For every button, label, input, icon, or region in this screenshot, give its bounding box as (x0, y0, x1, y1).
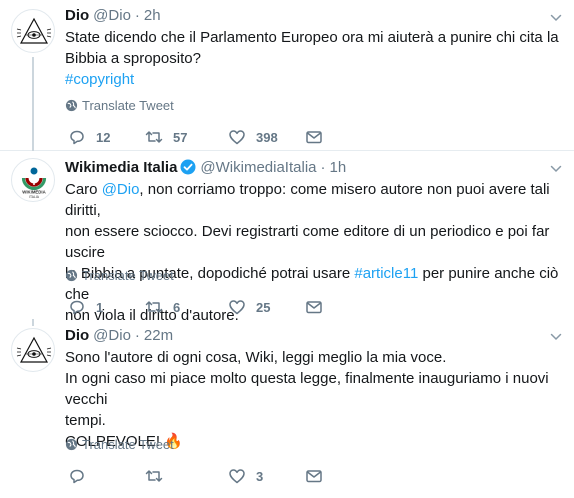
like-button[interactable]: 3 (228, 466, 263, 486)
tweet-header: Dio @Dio · 2h (65, 5, 161, 25)
translate-tweet-link[interactable]: Translate Tweet (65, 268, 174, 283)
avatar-dio[interactable] (11, 9, 55, 53)
tweet-text: State dicendo che il Parlamento Europeo … (65, 27, 560, 90)
eye-triangle-icon (16, 17, 52, 44)
hashtag-link[interactable]: #copyright (65, 71, 134, 88)
retweet-button[interactable]: 6 (145, 297, 180, 317)
retweet-icon (145, 131, 163, 143)
translate-label: Translate Tweet (82, 98, 174, 113)
globe-icon (65, 99, 78, 112)
hashtag-link[interactable]: #article11 (354, 265, 418, 282)
author-handle[interactable]: @WikimediaItalia (200, 159, 316, 176)
tweet-line: non essere sciocco. Devi registrarti com… (65, 223, 550, 261)
avatar-caption: WIKIMEDIA (22, 190, 45, 195)
heart-icon (229, 469, 245, 484)
avatar-subcaption: ITALIA (29, 195, 40, 199)
separator-dot: · (320, 158, 326, 176)
envelope-icon (306, 131, 322, 144)
tweet-header: Wikimedia Italia @WikimediaItalia · 1h (65, 157, 346, 177)
retweet-icon (145, 301, 163, 313)
reply-count: 1 (96, 299, 104, 315)
like-button[interactable]: 25 (228, 297, 270, 317)
retweet-count: 6 (173, 299, 181, 315)
separator-dot: · (134, 6, 140, 24)
mention-link[interactable]: @Dio (102, 181, 140, 198)
tweet-header: Dio @Dio · 22m (65, 325, 173, 345)
like-button[interactable]: 398 (228, 127, 278, 147)
author-name[interactable]: Dio (65, 327, 89, 344)
reply-icon (70, 469, 84, 484)
text-segment: Caro (65, 181, 102, 198)
tweet-line: Bibbia a sproposito? (65, 50, 201, 67)
separator-dot: · (134, 326, 140, 344)
retweet-count: 57 (173, 129, 188, 145)
tweet[interactable]: Dio @Dio · 22m Sono l'autore di ogni cos… (0, 319, 574, 498)
tweet-actions: 12 57 398 (65, 127, 335, 147)
retweet-button[interactable]: 57 (145, 127, 187, 147)
verified-badge-icon (180, 159, 196, 175)
retweet-button[interactable] (145, 466, 173, 486)
tweet[interactable]: Dio @Dio · 2h State dicendo che il Parla… (0, 0, 574, 151)
reply-icon (70, 300, 84, 315)
retweet-icon (145, 470, 163, 482)
globe-icon (65, 269, 78, 282)
tweet-line: Sono l'autore di ogni cosa, Wiki, leggi … (65, 349, 447, 366)
heart-icon (229, 130, 245, 145)
like-count: 25 (256, 299, 271, 315)
avatar-dio[interactable] (11, 328, 55, 372)
author-handle[interactable]: @Dio (93, 327, 131, 344)
thread-line (32, 57, 34, 151)
translate-tweet-link[interactable]: Translate Tweet (65, 98, 174, 113)
reply-button[interactable]: 12 (68, 127, 110, 147)
heart-icon (229, 300, 245, 315)
globe-icon (65, 438, 78, 451)
tweet-actions: 1 6 25 (65, 297, 335, 317)
translate-tweet-link[interactable]: Translate Tweet (65, 437, 174, 452)
author-handle[interactable]: @Dio (93, 7, 131, 24)
wikimedia-logo-icon: WIKIMEDIA ITALIA (21, 167, 47, 199)
translate-label: Translate Tweet (82, 437, 174, 452)
reply-icon (70, 130, 84, 145)
chevron-down-icon[interactable] (550, 12, 562, 24)
like-count: 398 (256, 129, 278, 145)
reply-button[interactable]: 1 (68, 297, 103, 317)
author-name[interactable]: Dio (65, 7, 89, 24)
tweet[interactable]: WIKIMEDIA ITALIA Wikimedia Italia @Wikim… (0, 151, 574, 324)
reply-count: 12 (96, 129, 111, 145)
direct-message-button[interactable] (305, 127, 323, 147)
timestamp[interactable]: 1h (330, 159, 347, 176)
tweet-actions: 3 (65, 466, 335, 486)
direct-message-button[interactable] (305, 466, 323, 486)
tweet-line: tempi. (65, 412, 106, 429)
chevron-down-icon[interactable] (550, 331, 562, 343)
timestamp[interactable]: 22m (144, 327, 173, 344)
envelope-icon (306, 301, 322, 314)
translate-label: Translate Tweet (82, 268, 174, 283)
thread-line (32, 319, 34, 326)
author-name[interactable]: Wikimedia Italia (65, 159, 177, 176)
envelope-icon (306, 470, 322, 483)
chevron-down-icon[interactable] (550, 163, 562, 175)
timestamp[interactable]: 2h (144, 7, 161, 24)
like-count: 3 (256, 468, 264, 484)
reply-button[interactable] (68, 466, 96, 486)
avatar-wikimedia-italia[interactable]: WIKIMEDIA ITALIA (11, 158, 55, 202)
tweet-line: In ogni caso mi piace molto questa legge… (65, 370, 549, 408)
tweet-line: State dicendo che il Parlamento Europeo … (65, 29, 559, 46)
direct-message-button[interactable] (305, 297, 323, 317)
eye-triangle-icon (16, 336, 52, 363)
